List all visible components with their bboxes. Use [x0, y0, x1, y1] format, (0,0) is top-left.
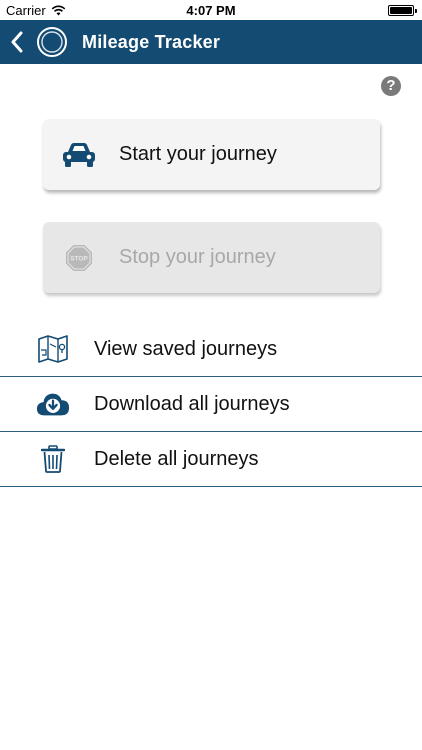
chevron-left-icon — [11, 31, 23, 53]
view-saved-journeys-item[interactable]: View saved journeys — [0, 322, 422, 377]
stop-journey-label: Stop your journey — [119, 246, 276, 268]
stop-sign-icon: STOP — [61, 240, 97, 276]
delete-all-journeys-label: Delete all journeys — [94, 448, 259, 470]
status-bar: Carrier 4:07 PM — [0, 0, 422, 20]
page-title: Mileage Tracker — [82, 32, 221, 52]
clock: 4:07 PM — [186, 3, 236, 18]
screen: Carrier 4:07 PM Mileage Tracker ? Start … — [0, 0, 422, 750]
download-all-journeys-item[interactable]: Download all journeys — [0, 377, 422, 432]
trash-icon — [36, 444, 70, 474]
journey-actions-list: View saved journeys Download all journey… — [0, 322, 422, 487]
download-all-journeys-label: Download all journeys — [94, 393, 290, 415]
start-journey-button[interactable]: Start your journey — [43, 119, 380, 190]
stop-journey-button[interactable]: STOP Stop your journey — [43, 222, 380, 293]
help-button[interactable]: ? — [381, 76, 401, 96]
car-icon — [61, 137, 97, 173]
back-button[interactable] — [6, 29, 28, 55]
delete-all-journeys-item[interactable]: Delete all journeys — [0, 432, 422, 487]
nav-bar: Mileage Tracker — [0, 20, 422, 64]
ring-logo-icon — [37, 27, 67, 57]
cloud-download-icon — [36, 389, 70, 419]
battery-icon — [388, 5, 417, 16]
map-icon — [36, 334, 70, 364]
view-saved-journeys-label: View saved journeys — [94, 338, 278, 360]
start-journey-label: Start your journey — [119, 143, 277, 165]
svg-text:STOP: STOP — [70, 255, 88, 262]
